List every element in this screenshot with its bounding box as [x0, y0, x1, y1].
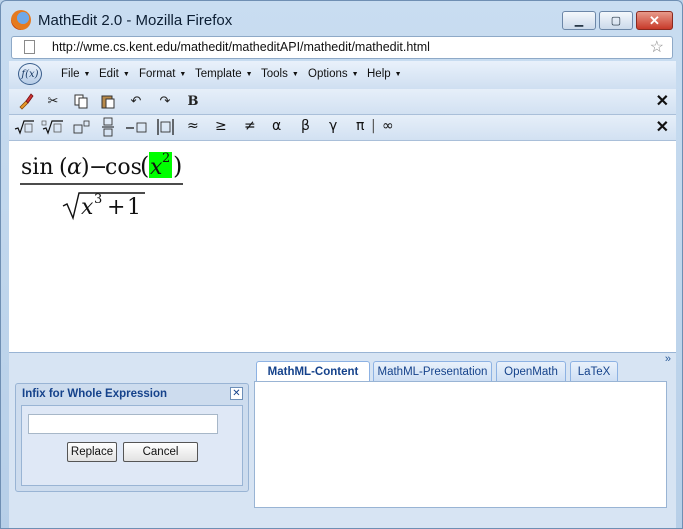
absolute-value-template-icon[interactable]	[155, 118, 177, 136]
open-paren: (	[140, 152, 149, 180]
neq-symbol-button[interactable]: ≠	[244, 118, 256, 134]
tab-mathml-content[interactable]: MathML-Content	[256, 361, 370, 382]
math-expression[interactable]: sin ( α ) − cos ( x 2 ) x 3 + 1	[17, 146, 217, 226]
menu-help[interactable]: Help ▼	[367, 68, 402, 80]
tab-mathml-presentation[interactable]: MathML-Presentation	[373, 361, 492, 381]
tab-openmath[interactable]: OpenMath	[496, 361, 566, 381]
firefox-logo-icon	[11, 10, 31, 30]
chevron-down-icon: ▼	[122, 71, 130, 78]
close-paren: )	[173, 152, 182, 180]
window-title: MathEdit 2.0 - Mozilla Firefox	[38, 12, 233, 29]
copy-icon[interactable]	[72, 92, 90, 110]
infinity-symbol-button[interactable]: ∞	[382, 118, 394, 134]
url-text: http://wme.cs.kent.edu/mathedit/mathedit…	[52, 40, 430, 54]
exponent-3: 3	[94, 192, 102, 207]
chevron-down-icon: ▼	[83, 71, 91, 78]
tab-content-area[interactable]	[254, 381, 667, 508]
negation-template-icon[interactable]	[124, 118, 150, 136]
title-bar: MathEdit 2.0 - Mozilla Firefox ▁ ▢ ✕	[1, 1, 682, 35]
collapse-chevron-icon[interactable]: »	[665, 353, 671, 365]
x-variable: x	[81, 195, 94, 220]
alpha-variable: α	[67, 155, 82, 180]
mathedit-logo-icon: f(x)	[18, 63, 42, 85]
sin-function: sin	[21, 155, 54, 180]
toolbar-close-icon[interactable]: ✕	[656, 91, 669, 111]
replace-button[interactable]: Replace	[67, 442, 117, 462]
toolbar-close-icon[interactable]: ✕	[656, 117, 669, 137]
sqrt-template-icon[interactable]	[14, 118, 36, 136]
exponent-2: 2	[162, 151, 170, 166]
menu-bar: f(x) File ▼ Edit ▼ Format ▼ Template ▼ Tools…	[9, 61, 676, 90]
chevron-down-icon: ▼	[291, 71, 299, 78]
menu-edit[interactable]: Edit ▼	[99, 68, 130, 80]
redo-icon[interactable]: ↷	[157, 92, 173, 110]
menu-format[interactable]: Format ▼	[139, 68, 186, 80]
plus-operator: +	[107, 195, 125, 220]
chevron-down-icon: ▼	[179, 71, 187, 78]
alpha-symbol-button[interactable]: α	[272, 118, 281, 134]
cos-function: cos	[105, 155, 142, 180]
browser-window: MathEdit 2.0 - Mozilla Firefox ▁ ▢ ✕ htt…	[0, 0, 683, 529]
cancel-button[interactable]: Cancel	[123, 442, 198, 462]
beta-symbol-button[interactable]: β	[301, 118, 310, 134]
infix-panel-body: Replace Cancel	[21, 405, 243, 486]
infix-input[interactable]	[28, 414, 218, 434]
expression-editor[interactable]: sin ( α ) − cos ( x 2 ) x 3 + 1	[9, 141, 676, 352]
bold-icon[interactable]: B	[186, 92, 200, 110]
fraction-template-icon[interactable]	[101, 117, 115, 137]
chevron-down-icon: ▼	[245, 71, 253, 78]
lower-panel-area: » Infix for Whole Expression ✕ Replace C…	[9, 352, 676, 528]
superscript-template-icon[interactable]	[72, 118, 92, 136]
pi-symbol-button[interactable]: π	[356, 118, 364, 134]
constant-one: 1	[127, 195, 141, 220]
gamma-symbol-button[interactable]: γ	[329, 118, 337, 134]
geq-symbol-button[interactable]: ≥	[215, 118, 227, 134]
toolbar-separator: |	[371, 118, 376, 134]
paste-icon[interactable]	[99, 92, 117, 110]
close-button[interactable]: ✕	[636, 11, 673, 30]
chevron-down-icon: ▼	[351, 71, 359, 78]
menu-tools[interactable]: Tools ▼	[261, 68, 299, 80]
infix-panel-close-icon[interactable]: ✕	[230, 387, 243, 400]
page-content: f(x) File ▼ Edit ▼ Format ▼ Template ▼ Tools…	[9, 61, 676, 528]
cut-icon[interactable]: ✂	[45, 92, 61, 110]
undo-icon[interactable]: ↶	[128, 92, 144, 110]
edit-toolbar: ✂ ↶ ↷ B ✕	[9, 89, 676, 115]
symbol-toolbar: ≈ ≥ ≠ α β γ π | ∞ ✕	[9, 115, 676, 141]
infix-panel-title: Infix for Whole Expression	[22, 388, 168, 400]
menu-template[interactable]: Template ▼	[195, 68, 253, 80]
minimize-button[interactable]: ▁	[562, 11, 596, 30]
tab-latex[interactable]: LaTeX	[570, 361, 618, 381]
infix-panel: Infix for Whole Expression ✕ Replace Can…	[15, 383, 249, 492]
menu-options[interactable]: Options ▼	[308, 68, 359, 80]
address-bar[interactable]: http://wme.cs.kent.edu/mathedit/mathedit…	[11, 36, 673, 59]
approx-symbol-button[interactable]: ≈	[187, 118, 199, 134]
brush-icon[interactable]	[16, 92, 36, 110]
bookmark-star-icon[interactable]: ☆	[650, 37, 664, 57]
maximize-button[interactable]: ▢	[599, 11, 633, 30]
page-icon	[24, 40, 35, 54]
nth-root-template-icon[interactable]	[41, 118, 65, 136]
menu-file[interactable]: File ▼	[61, 68, 90, 80]
chevron-down-icon: ▼	[394, 71, 402, 78]
